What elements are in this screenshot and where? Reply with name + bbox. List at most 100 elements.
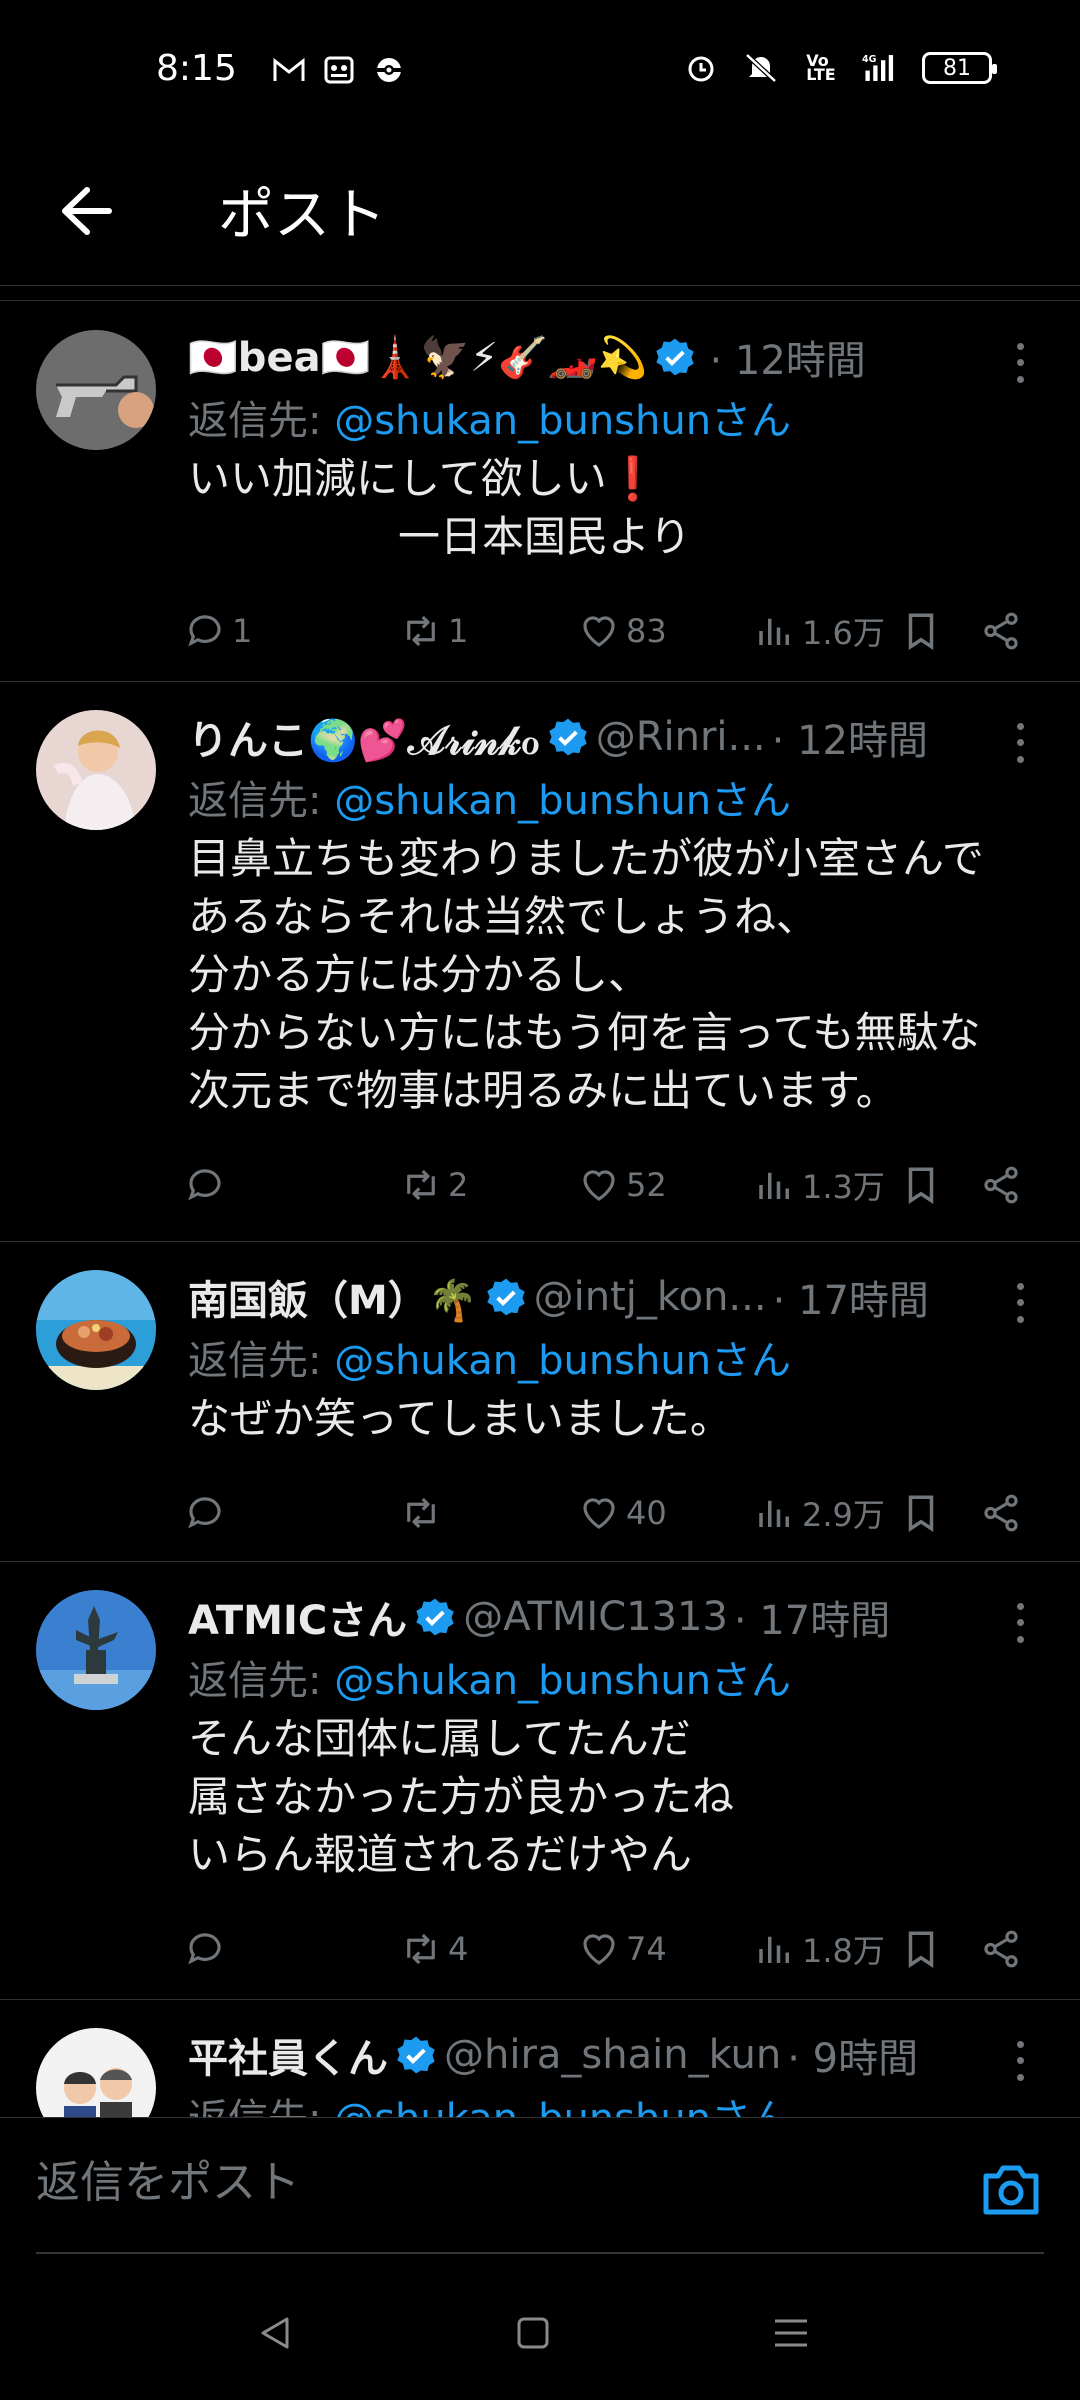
reply-to-label: 返信先: [188,2096,334,2117]
like-button[interactable]: 83 [578,610,667,652]
heart-icon [583,1934,615,1965]
arrow-left-icon [62,187,112,235]
verified-badge-icon [486,1277,526,1317]
reply-to-link[interactable]: @shukan_bunshunさん [334,1338,791,1384]
reply-button[interactable]: 1 [184,610,252,652]
view-count: 1.3万 [802,1168,885,1206]
user-handle[interactable]: @hira_shain_kun [444,2032,781,2078]
tweet[interactable]: 南国飯（M）🌴 @intj_kon... · 17時間 返信先: @shukan… [0,1242,1080,1562]
nav-recents-button[interactable] [766,2308,816,2358]
like-button[interactable]: 74 [578,1928,667,1970]
like-button[interactable]: 52 [578,1164,667,1206]
bookmark-icon [908,1495,934,1533]
tweet[interactable]: りんこ🌍💕𝒜𝓇𝒾𝓃𝓀ℴ @Rinri... · 12時間 返信先: @shuka… [0,682,1080,1242]
like-count: 83 [626,612,667,650]
retweet-button[interactable]: 1 [400,610,468,652]
heart-icon [583,1498,615,1529]
reply-icon [188,1497,221,1529]
timestamp[interactable]: · 12時間 [709,328,865,386]
bookmark-button[interactable] [900,1928,942,1970]
action-bar: 1 1 83 1.6万 [188,576,1040,686]
bookmark-button[interactable] [900,1164,942,1206]
share-button[interactable] [980,1928,1022,1970]
views-button[interactable]: 1.8万 [754,1926,885,1972]
reply-to-link[interactable]: @shukan_bunshunさん [334,2096,791,2117]
tweet[interactable]: 🇯🇵bea🇯🇵🗼🦅⚡🎸🏎️💫 · 12時間 返信先: @shukan_bunsh… [0,302,1080,682]
timestamp[interactable]: · 17時間 [773,1268,929,1326]
share-icon [984,612,1018,650]
analytics-icon [759,1936,789,1963]
reply-button[interactable] [184,1492,232,1534]
reply-to-label: 返信先: [188,1338,335,1384]
retweet-icon [407,1169,435,1201]
reply-to-line: 返信先: @shukan_bunshunさん [188,1328,1040,1386]
avatar[interactable] [36,1270,156,1390]
user-handle[interactable]: @Rinri... [596,714,766,760]
like-button[interactable]: 40 [578,1492,667,1534]
retweet-button[interactable]: 4 [400,1928,468,1970]
share-icon [984,1930,1018,1968]
reply-feed[interactable]: 🇯🇵bea🇯🇵🗼🦅⚡🎸🏎️💫 · 12時間 返信先: @shukan_bunsh… [0,302,1080,2117]
display-name[interactable]: 南国飯（M）🌴 [188,1268,478,1326]
reply-button[interactable] [184,1164,232,1206]
triangle-back-icon [261,2317,289,2349]
timestamp[interactable]: · 17時間 [734,1588,890,1646]
reply-to-link[interactable]: @shukan_bunshunさん [334,1658,791,1704]
views-button[interactable]: 1.6万 [754,608,885,654]
tweet[interactable]: 平社員くん @hira_shain_kun · 9時間 返信先: @shukan… [0,2000,1080,2117]
more-options-icon[interactable] [1000,1598,1040,1648]
more-options-icon[interactable] [1000,1278,1040,1328]
reply-to-label: 返信先: [188,398,335,444]
retweet-button[interactable]: 2 [400,1164,468,1206]
like-count: 52 [626,1166,667,1204]
tweet-text: そんな団体に属してたんだ 属さなかった方が良かったね いらん報道されるだけやん [188,1714,735,1879]
user-handle[interactable]: @ATMIC1313 [463,1594,728,1640]
back-button[interactable] [50,176,120,246]
timestamp[interactable]: · 9時間 [787,2026,918,2084]
gmail-icon [272,54,306,86]
reply-to-link[interactable]: @shukan_bunshunさん [334,778,791,824]
volte-icon: Vo LTE [806,51,836,84]
composer-underline [36,2252,1044,2254]
user-handle[interactable]: @intj_kon... [534,1274,767,1320]
reply-input[interactable]: 返信をポスト [36,2146,300,2210]
view-count: 2.9万 [802,1496,885,1534]
share-button[interactable] [980,610,1022,652]
share-button[interactable] [980,1492,1022,1534]
display-name[interactable]: ATMICさん [188,1588,407,1646]
menu-lines-icon [775,2319,807,2347]
retweet-icon [407,1933,435,1965]
reply-to-link[interactable]: @shukan_bunshunさん [334,398,791,444]
bookmark-button[interactable] [900,1492,942,1534]
reply-to-line: 返信先: @shukan_bunshunさん [188,388,1040,446]
timestamp[interactable]: · 12時間 [772,708,928,766]
notification-app-icon [322,54,356,86]
alarm-icon [682,50,720,86]
tweet[interactable]: ATMICさん @ATMIC1313 · 17時間 返信先: @shukan_b… [0,1562,1080,2000]
action-bar: 2 52 1.3万 [188,1130,1040,1240]
camera-button[interactable] [980,2162,1042,2218]
display-name[interactable]: りんこ🌍💕𝒜𝓇𝒾𝓃𝓀ℴ [188,708,540,766]
reply-count: 1 [232,612,253,650]
more-options-icon[interactable] [1000,718,1040,768]
display-name[interactable]: 🇯🇵bea🇯🇵🗼🦅⚡🎸🏎️💫 [188,334,647,381]
retweet-button[interactable] [400,1492,448,1534]
reply-button[interactable] [184,1928,232,1970]
tweet-text: いい加減にして欲しい❗ 一日本国民より [188,454,692,561]
bookmark-icon [908,613,934,651]
avatar[interactable] [36,2028,156,2117]
avatar[interactable] [36,710,156,830]
nav-home-button[interactable] [508,2308,558,2358]
more-options-icon[interactable] [1000,2036,1040,2086]
avatar[interactable] [36,1590,156,1710]
share-button[interactable] [980,1164,1022,1206]
bookmark-icon [908,1167,934,1205]
bookmark-button[interactable] [900,610,942,652]
display-name[interactable]: 平社員くん [188,2026,388,2084]
more-options-icon[interactable] [1000,338,1040,388]
views-button[interactable]: 2.9万 [754,1490,885,1536]
camera-icon [983,2165,1039,2215]
avatar[interactable] [36,330,156,450]
views-button[interactable]: 1.3万 [754,1162,885,1208]
nav-back-button[interactable] [250,2308,300,2358]
